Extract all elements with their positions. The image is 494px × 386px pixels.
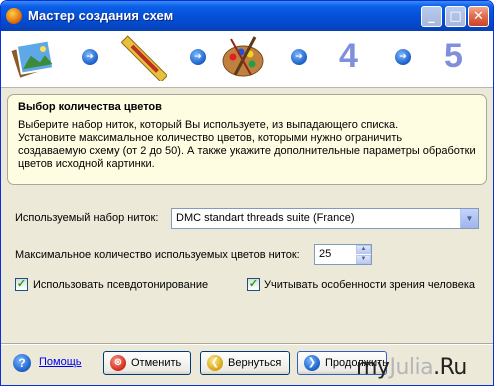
thread-set-select[interactable]: DMC standart threads suite (France) ▼ [171,208,479,229]
wizard-window: Мастер создания схем _ □ ✕ ➔ ➔ ➔ 4 ➔ 5 В… [0,0,494,386]
step-arrow-icon: ➔ [190,49,206,65]
dithering-checkbox[interactable]: ✓ [15,278,28,291]
cancel-label: Отменить [131,357,182,369]
info-title: Выбор количества цветов [18,101,162,113]
info-line: создаваемую схему (от 2 до 50). А также … [18,145,476,157]
watermark-part: Julia [389,355,434,380]
help-icon[interactable]: ? [13,354,31,372]
step-number-4: 4 [339,37,358,75]
help-link[interactable]: Помощь [39,356,82,368]
info-text: Выберите набор ниток, который Вы использ… [18,119,476,171]
stepper-down-icon[interactable]: ▼ [356,255,371,264]
divider [1,343,493,345]
back-arrow-icon: ❮ [207,355,223,371]
next-arrow-icon: ❯ [304,355,320,371]
max-colors-value: 25 [319,248,332,260]
thread-set-label: Используемый набор ниток: [15,212,159,224]
step-arrow-icon: ➔ [395,49,411,65]
cancel-icon: ⊗ [110,355,126,371]
wizard-steps: ➔ ➔ ➔ 4 ➔ 5 [1,31,493,88]
back-label: Вернуться [228,357,282,369]
back-button[interactable]: ❮ Вернуться [200,351,290,375]
stepper-buttons: ▲ ▼ [356,245,371,264]
palette-icon [222,36,264,77]
cancel-button[interactable]: ⊗ Отменить [103,351,191,375]
max-colors-label: Максимальное количество используемых цве… [15,249,300,261]
watermark-part: .Ru [433,355,467,380]
info-panel: Выбор количества цветов Выберите набор н… [7,94,487,185]
app-icon [6,8,22,24]
step-arrow-icon: ➔ [291,49,307,65]
info-line: Установите максимальное количество цвето… [18,132,403,144]
info-line: Выберите набор ниток, который Вы использ… [18,119,399,131]
close-button[interactable]: ✕ [468,6,489,27]
dithering-label[interactable]: Использовать псевдотонирование [33,279,208,291]
thread-set-value: DMC standart threads suite (France) [176,212,355,224]
watermark: myJulia.Ru [356,355,467,380]
human-vision-label[interactable]: Учитывать особенности зрения человека [264,279,475,291]
human-vision-checkbox[interactable]: ✓ [247,278,260,291]
maximize-button[interactable]: □ [445,6,466,27]
minimize-button[interactable]: _ [421,6,442,27]
chevron-down-icon[interactable]: ▼ [460,209,478,228]
info-line: цветов исходной картинки. [18,158,155,170]
photo-icon [11,39,55,78]
step-arrow-icon: ➔ [82,49,98,65]
max-colors-stepper[interactable]: 25 ▲ ▼ [314,244,372,265]
ruler-icon [121,35,167,81]
title-bar[interactable]: Мастер создания схем _ □ ✕ [1,1,493,31]
watermark-part: my [356,355,390,380]
window-title: Мастер создания схем [28,8,174,23]
stepper-up-icon[interactable]: ▲ [356,245,371,254]
step-number-5: 5 [444,37,463,75]
